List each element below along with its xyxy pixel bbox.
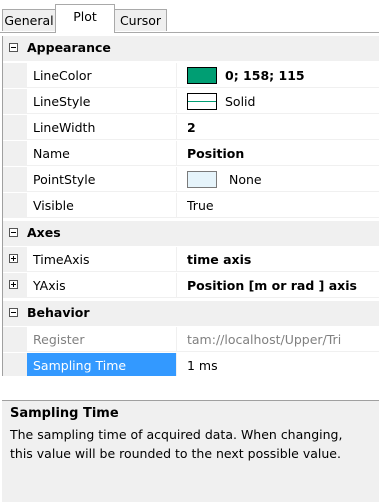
property-name: YAxis <box>27 273 177 298</box>
collapse-icon[interactable] <box>9 43 18 52</box>
collapse-icon[interactable] <box>9 228 18 237</box>
help-description: The sampling time of acquired data. When… <box>10 427 343 461</box>
tab-plot-label: Plot <box>73 9 97 24</box>
property-value[interactable]: 2 <box>187 115 379 140</box>
property-name: TimeAxis <box>27 247 177 272</box>
help-title: Sampling Time <box>10 406 119 421</box>
property-value[interactable]: True <box>187 193 379 218</box>
property-row-name[interactable]: Name Position <box>3 141 379 166</box>
property-value[interactable]: None <box>187 167 379 192</box>
category-behavior-label: Behavior <box>27 305 90 320</box>
property-name: Register <box>27 327 177 352</box>
linestyle-value: Solid <box>225 94 256 109</box>
property-value[interactable]: tam://localhost/Upper/Tri <box>187 327 379 352</box>
tab-general[interactable]: General <box>2 9 56 31</box>
tab-cursor[interactable]: Cursor <box>114 9 167 31</box>
expand-icon[interactable] <box>9 254 18 263</box>
property-grid: Appearance LineColor 0; 158; 115 LineSty… <box>2 36 379 376</box>
property-row-pointstyle[interactable]: PointStyle None <box>3 167 379 192</box>
property-row-visible[interactable]: Visible True <box>3 193 379 218</box>
property-row-register[interactable]: Register tam://localhost/Upper/Tri <box>3 327 379 352</box>
property-name: LineStyle <box>27 89 177 114</box>
tab-strip: General Plot Cursor <box>0 0 379 34</box>
category-axes[interactable]: Axes <box>3 221 379 246</box>
property-row-linewidth[interactable]: LineWidth 2 <box>3 115 379 140</box>
property-name-selected: Sampling Time <box>27 353 177 376</box>
property-row-sampling-time[interactable]: Sampling Time 1 ms <box>3 353 379 376</box>
property-value[interactable]: 0; 158; 115 <box>187 63 379 88</box>
property-value[interactable]: Solid <box>187 89 379 114</box>
property-name: Visible <box>27 193 177 218</box>
help-pane: Sampling Time The sampling time of acqui… <box>2 400 379 502</box>
tab-cursor-label: Cursor <box>119 13 162 28</box>
tab-general-label: General <box>4 13 54 28</box>
property-row-timeaxis[interactable]: TimeAxis time axis <box>3 247 379 272</box>
category-appearance-label: Appearance <box>27 40 111 55</box>
linecolor-value: 0; 158; 115 <box>225 68 305 83</box>
property-row-linecolor[interactable]: LineColor 0; 158; 115 <box>3 63 379 88</box>
property-value[interactable]: time axis <box>187 247 379 272</box>
color-swatch-icon <box>187 67 217 84</box>
expand-icon[interactable] <box>9 280 18 289</box>
pointstyle-value: None <box>229 172 262 187</box>
collapse-icon[interactable] <box>9 308 18 317</box>
category-appearance[interactable]: Appearance <box>3 36 379 61</box>
property-name: LineWidth <box>27 115 177 140</box>
property-name: LineColor <box>27 63 177 88</box>
property-row-linestyle[interactable]: LineStyle Solid <box>3 89 379 114</box>
line-style-icon <box>187 93 217 110</box>
property-row-yaxis[interactable]: YAxis Position [m or rad ] axis <box>3 273 379 298</box>
property-value[interactable]: 1 ms <box>187 353 379 376</box>
tab-plot[interactable]: Plot <box>55 4 115 33</box>
property-value[interactable]: Position <box>187 141 379 166</box>
property-name: Name <box>27 141 177 166</box>
category-behavior[interactable]: Behavior <box>3 301 379 326</box>
property-name: PointStyle <box>27 167 177 192</box>
category-axes-label: Axes <box>27 225 61 240</box>
property-value[interactable]: Position [m or rad ] axis <box>187 273 379 298</box>
point-style-icon <box>187 171 217 188</box>
